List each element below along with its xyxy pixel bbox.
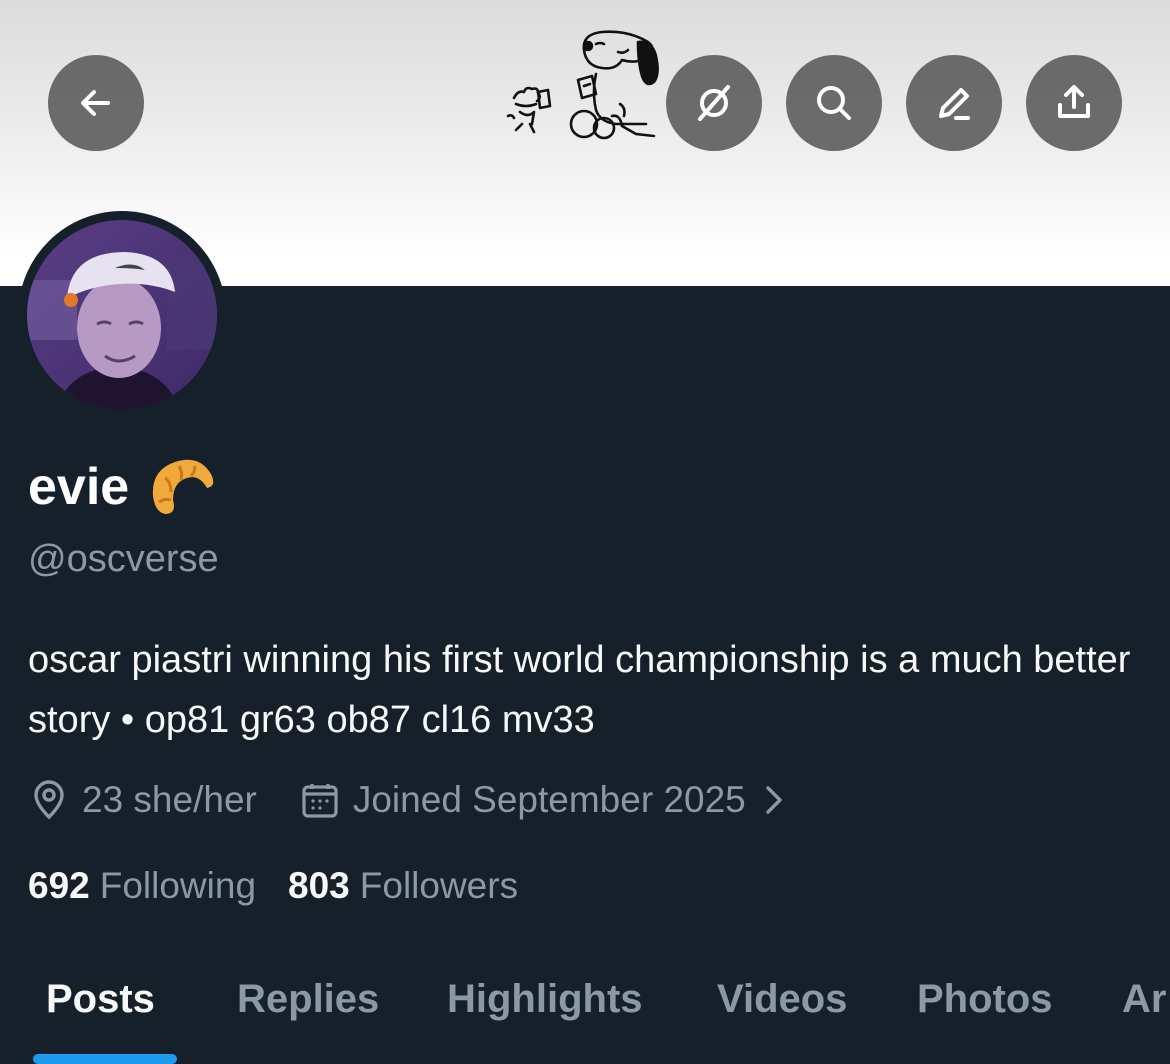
profile-page: evie @oscverse oscar piastri winning his… bbox=[0, 0, 1170, 1064]
tab-highlights[interactable]: Highlights bbox=[447, 974, 643, 1024]
followers-label: Followers bbox=[359, 865, 519, 906]
joined-text: Joined September 2025 bbox=[352, 779, 746, 820]
share-button[interactable] bbox=[1026, 55, 1122, 151]
snoopy-woodstock-drawing bbox=[506, 30, 659, 140]
location-item: 23 she/her bbox=[28, 776, 257, 824]
edit-button[interactable] bbox=[906, 55, 1002, 151]
share-icon bbox=[1058, 85, 1090, 118]
profile-tabs: Posts Replies Highlights Videos Photos A… bbox=[0, 968, 1170, 1064]
followers-link[interactable]: 803 Followers bbox=[288, 862, 518, 910]
joined-item[interactable]: Joined September 2025 bbox=[299, 776, 788, 824]
display-name-text: evie bbox=[28, 458, 130, 516]
following-link[interactable]: 692 Following bbox=[28, 862, 256, 910]
arrow-left-icon bbox=[81, 90, 110, 116]
search-button[interactable] bbox=[786, 55, 882, 151]
following-label: Following bbox=[99, 865, 257, 906]
location-text: 23 she/her bbox=[82, 779, 257, 820]
following-count: 692 bbox=[28, 865, 90, 906]
display-name: evie bbox=[28, 452, 217, 522]
tab-photos[interactable]: Photos bbox=[917, 974, 1053, 1024]
pencil-icon bbox=[939, 88, 970, 120]
followers-count: 803 bbox=[288, 865, 350, 906]
profile-bio: oscar piastri winning his first world ch… bbox=[28, 639, 1131, 741]
profile-meta: 23 she/her Joined September 2025 bbox=[28, 776, 788, 824]
avatar-ring bbox=[18, 211, 226, 419]
avatar[interactable] bbox=[27, 220, 217, 410]
grok-button[interactable] bbox=[666, 55, 762, 151]
avatar-photo bbox=[27, 220, 217, 410]
back-button[interactable] bbox=[48, 55, 144, 151]
tab-articles[interactable]: Ar bbox=[1122, 974, 1166, 1024]
calendar-icon bbox=[302, 784, 338, 818]
active-tab-indicator bbox=[33, 1054, 177, 1064]
profile-handle: @oscverse bbox=[28, 538, 219, 580]
croissant-emoji bbox=[153, 459, 214, 514]
tab-posts[interactable]: Posts bbox=[46, 974, 155, 1024]
tab-replies[interactable]: Replies bbox=[237, 974, 379, 1024]
grok-icon bbox=[698, 85, 730, 121]
chevron-right-icon bbox=[766, 786, 782, 814]
location-pin-icon bbox=[34, 780, 64, 820]
follow-stats: 692 Following 803 Followers bbox=[28, 862, 518, 910]
search-icon bbox=[817, 86, 851, 120]
tab-videos[interactable]: Videos bbox=[717, 974, 847, 1024]
